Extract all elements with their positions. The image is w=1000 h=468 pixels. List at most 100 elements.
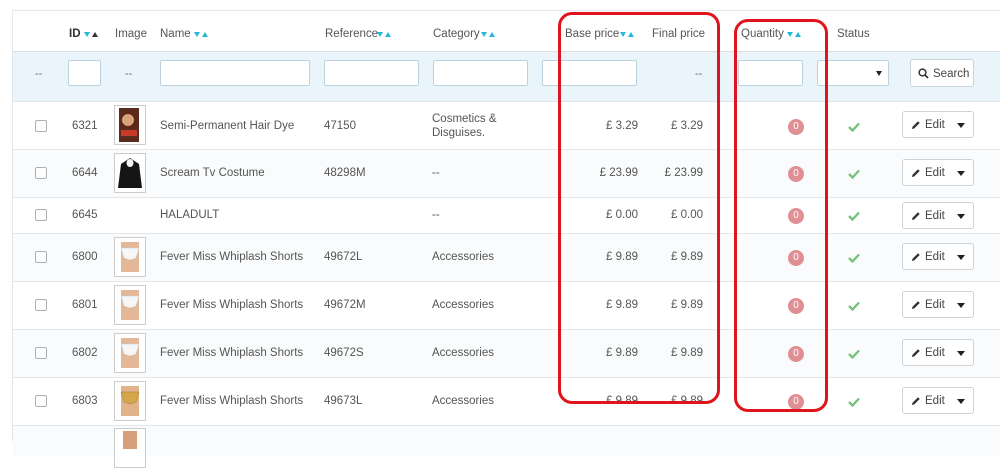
pencil-icon <box>912 169 920 177</box>
row-reference: 49672S <box>324 347 364 359</box>
edit-button[interactable]: Edit <box>902 291 974 318</box>
row-final-price: £ 9.89 <box>671 347 703 359</box>
row-id: 6802 <box>72 347 98 359</box>
row-base-price: £ 9.89 <box>606 251 638 263</box>
edit-button[interactable]: Edit <box>902 111 974 138</box>
quantity-badge: 0 <box>788 119 804 135</box>
table-row[interactable]: 6801 Fever Miss Whiplash Shorts 49672M A… <box>13 282 1000 330</box>
search-button[interactable]: Search <box>910 59 974 87</box>
row-name[interactable]: Fever Miss Whiplash Shorts <box>160 395 303 407</box>
table-row[interactable]: 6803 Fever Miss Whiplash Shorts 49673L A… <box>13 378 1000 426</box>
row-name[interactable]: Fever Miss Whiplash Shorts <box>160 251 303 263</box>
row-category: Accessories <box>432 395 494 407</box>
check-icon[interactable] <box>848 169 860 179</box>
column-header-final-price: Final price <box>652 28 706 40</box>
check-icon[interactable] <box>848 122 860 132</box>
chevron-down-icon[interactable] <box>957 171 965 176</box>
edit-button[interactable]: Edit <box>902 159 974 186</box>
filter-reference-input[interactable] <box>324 60 419 86</box>
sort-asc-arrow-icon[interactable] <box>202 32 208 37</box>
sort-asc-arrow-icon[interactable] <box>385 32 391 37</box>
product-thumbnail[interactable] <box>114 333 146 373</box>
row-reference: 49672M <box>324 299 366 311</box>
chevron-down-icon[interactable] <box>957 123 965 128</box>
table-row[interactable]: 6321 Semi-Permanent Hair Dye 47150 Cosme… <box>13 102 1000 150</box>
sort-desc-arrow-icon[interactable] <box>481 32 487 37</box>
product-thumbnail[interactable] <box>114 105 146 145</box>
check-icon[interactable] <box>848 211 860 221</box>
chevron-down-icon[interactable] <box>957 255 965 260</box>
check-icon[interactable] <box>848 253 860 263</box>
column-header-category[interactable]: Category <box>433 28 480 40</box>
sort-asc-arrow-icon[interactable] <box>628 32 634 37</box>
chevron-down-icon[interactable] <box>957 351 965 356</box>
product-thumbnail[interactable] <box>114 285 146 325</box>
edit-button[interactable]: Edit <box>902 202 974 229</box>
filter-id-input[interactable] <box>68 60 101 86</box>
product-thumbnail[interactable] <box>114 237 146 277</box>
row-select-checkbox[interactable] <box>35 395 47 407</box>
edit-button[interactable]: Edit <box>902 387 974 414</box>
column-header-reference[interactable]: Reference <box>325 28 378 40</box>
row-id: 6803 <box>72 395 98 407</box>
sort-asc-arrow-icon[interactable] <box>489 32 495 37</box>
row-name[interactable]: Fever Miss Whiplash Shorts <box>160 299 303 311</box>
row-base-price: £ 3.29 <box>606 120 638 132</box>
product-thumbnail[interactable] <box>114 153 146 193</box>
column-header-quantity[interactable]: Quantity <box>741 28 784 40</box>
table-row[interactable] <box>13 426 1000 468</box>
check-icon[interactable] <box>848 301 860 311</box>
table-row[interactable]: 6644 Scream Tv Costume 48298M -- £ 23.99… <box>13 150 1000 198</box>
edit-button[interactable]: Edit <box>902 243 974 270</box>
row-name[interactable]: Fever Miss Whiplash Shorts <box>160 347 303 359</box>
row-final-price: £ 9.89 <box>671 251 703 263</box>
pencil-icon <box>912 253 920 261</box>
pencil-icon <box>912 349 920 357</box>
product-image <box>123 431 137 449</box>
sort-asc-arrow-icon[interactable] <box>795 32 801 37</box>
filter-category-input[interactable] <box>433 60 528 86</box>
sort-asc-arrow-icon[interactable] <box>92 32 98 37</box>
sort-desc-arrow-icon[interactable] <box>377 32 383 37</box>
chevron-down-icon[interactable] <box>957 303 965 308</box>
chevron-down-icon[interactable] <box>957 399 965 404</box>
check-icon[interactable] <box>848 349 860 359</box>
sort-desc-arrow-icon[interactable] <box>787 32 793 37</box>
edit-button-label: Edit <box>925 167 945 179</box>
row-final-price: £ 9.89 <box>671 395 703 407</box>
row-name[interactable]: Semi-Permanent Hair Dye <box>160 120 294 132</box>
product-thumbnail[interactable] <box>114 381 146 421</box>
column-header-id[interactable]: ID <box>69 28 81 40</box>
column-header-name[interactable]: Name <box>160 28 191 40</box>
table-row[interactable]: 6800 Fever Miss Whiplash Shorts 49672L A… <box>13 234 1000 282</box>
pencil-icon <box>912 301 920 309</box>
sort-desc-arrow-icon[interactable] <box>84 32 90 37</box>
table-row[interactable]: 6645 HALADULT -- £ 0.00 £ 0.00 0 Edit <box>13 198 1000 234</box>
row-select-checkbox[interactable] <box>35 120 47 132</box>
row-name[interactable]: Scream Tv Costume <box>160 167 265 179</box>
check-icon[interactable] <box>848 397 860 407</box>
filter-status-select[interactable] <box>817 60 889 86</box>
pencil-icon <box>912 121 920 129</box>
quantity-badge: 0 <box>788 394 804 410</box>
row-select-checkbox[interactable] <box>35 299 47 311</box>
sort-desc-arrow-icon[interactable] <box>620 32 626 37</box>
column-header-base-price[interactable]: Base price <box>565 28 619 40</box>
chevron-down-icon[interactable] <box>957 214 965 219</box>
quantity-badge: 0 <box>788 166 804 182</box>
row-select-checkbox[interactable] <box>35 209 47 221</box>
final-price-filter-placeholder: -- <box>695 68 703 80</box>
filter-quantity-input[interactable] <box>738 60 803 86</box>
row-select-checkbox[interactable] <box>35 167 47 179</box>
table-row[interactable]: 6802 Fever Miss Whiplash Shorts 49672S A… <box>13 330 1000 378</box>
row-select-checkbox[interactable] <box>35 347 47 359</box>
filter-name-input[interactable] <box>160 60 310 86</box>
sort-desc-arrow-icon[interactable] <box>194 32 200 37</box>
row-select-checkbox[interactable] <box>35 251 47 263</box>
row-category-line2: Disguises. <box>432 127 486 139</box>
product-thumbnail[interactable] <box>114 428 146 468</box>
quantity-badge: 0 <box>788 250 804 266</box>
filter-base-price-input[interactable] <box>542 60 637 86</box>
edit-button[interactable]: Edit <box>902 339 974 366</box>
row-name[interactable]: HALADULT <box>160 209 219 221</box>
